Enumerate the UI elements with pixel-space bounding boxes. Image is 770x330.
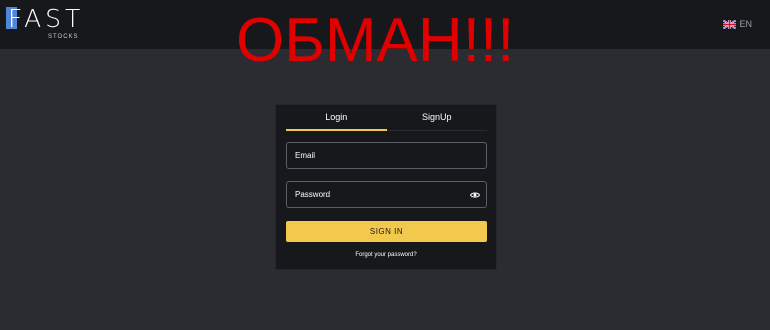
login-card: Login SignUp SIGN IN Forgot your passwor… [275, 104, 497, 270]
logo[interactable]: FAST STOCKS [6, 4, 88, 43]
tab-login[interactable]: Login [286, 105, 387, 131]
page: FAST STOCKS EN ОБМАН!!! Login SignUp Ema… [0, 0, 770, 330]
password-field [286, 181, 487, 208]
language-selector[interactable]: EN [723, 18, 752, 30]
logo-text: FAST [8, 4, 85, 33]
tab-signup[interactable]: SignUp [386, 105, 487, 131]
logo-subtext: STOCKS [48, 34, 79, 40]
uk-flag-icon [723, 19, 737, 29]
auth-tabs: Login SignUp [286, 105, 487, 131]
email-field [286, 142, 487, 169]
forgot-password-link[interactable]: Forgot your password? [276, 252, 496, 258]
sign-in-button[interactable]: SIGN IN [286, 221, 487, 242]
language-label: EN [739, 19, 752, 29]
email-input[interactable] [287, 143, 486, 168]
password-input[interactable] [287, 182, 486, 207]
eye-icon[interactable] [470, 191, 480, 199]
scam-warning-overlay: ОБМАН!!! [236, 6, 515, 75]
